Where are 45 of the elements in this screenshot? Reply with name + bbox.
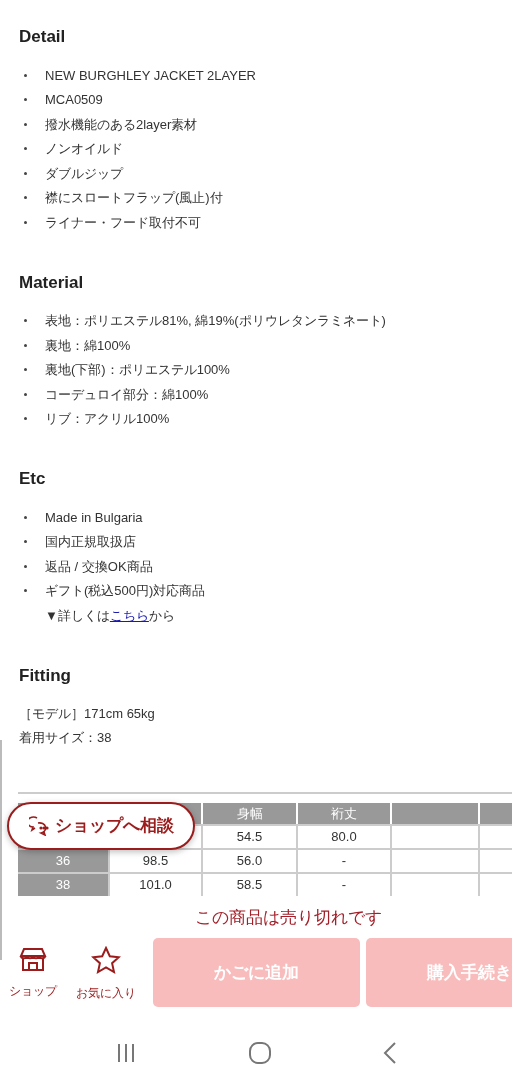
shop-icon <box>19 946 47 972</box>
note-text: ▼詳しくはこちらから <box>45 606 175 625</box>
table-cell: 56.0 <box>203 850 298 872</box>
tab-label: ショップ <box>9 983 57 1000</box>
list-item: Made in Bulgaria <box>45 508 143 527</box>
list-item: ギフト(税込500円)対応商品 <box>45 582 206 600</box>
back-icon[interactable] <box>382 1041 397 1064</box>
list-item: 撥水機能のある2layer素材 <box>45 115 198 134</box>
list-item: 裏地(下部)：ポリエステル100% <box>45 361 230 379</box>
size-cell: 38 <box>18 874 110 896</box>
size-cell: 36 <box>18 850 110 872</box>
list-item: 表地：ポリエステル81%, 綿19%(ポリウレタンラミネート) <box>45 312 386 330</box>
shop-tab[interactable]: ショップ <box>0 938 66 1000</box>
tab-label: お気に入り <box>76 985 136 1002</box>
star-icon <box>91 946 121 974</box>
table-cell: 58.5 <box>203 874 298 896</box>
consult-button[interactable]: ショップへ相談 <box>7 802 195 850</box>
list-item: ノンオイルド <box>45 140 123 158</box>
table-cell: 54.5 <box>203 826 298 848</box>
list-item: リブ：アクリル100% <box>45 410 170 428</box>
list-item: 返品 / 交換OK商品 <box>45 557 153 576</box>
list-item: MCA0509 <box>45 91 103 109</box>
link[interactable]: こちら <box>109 607 149 623</box>
section-title: Fitting <box>18 664 72 687</box>
table-cell: 80.0 <box>298 826 392 848</box>
list-item: ライナー・フード取付不可 <box>45 213 201 232</box>
table-cell: - <box>298 874 392 896</box>
list-item: NEW BURGHLEY JACKET 2LAYER <box>45 66 256 85</box>
sold-out-message: この商品は売り切れです <box>195 907 382 929</box>
section-title: Material <box>18 271 85 294</box>
table-cell: 101.0 <box>110 874 203 896</box>
list-item: 裏地：綿100% <box>45 336 131 355</box>
table-cell: - <box>298 850 392 872</box>
home-icon[interactable] <box>248 1040 272 1065</box>
table-header-cell: 身幅 <box>203 803 298 824</box>
list-item: 襟にスロートフラップ(風止)付 <box>45 189 223 207</box>
list-item: ダブルジップ <box>45 164 123 183</box>
section-title: Detail <box>18 26 67 48</box>
section-title: Etc <box>18 468 47 490</box>
fitting-text: 着用サイズ：38 <box>18 729 113 747</box>
favorite-tab[interactable]: お気に入り <box>66 938 146 1002</box>
list-item: 国内正規取扱店 <box>45 533 136 551</box>
list-item: コーデュロイ部分：綿100% <box>45 385 209 404</box>
fitting-text: ［モデル］171cm 65kg <box>18 704 156 723</box>
table-header-cell: 裄丈 <box>298 803 392 824</box>
